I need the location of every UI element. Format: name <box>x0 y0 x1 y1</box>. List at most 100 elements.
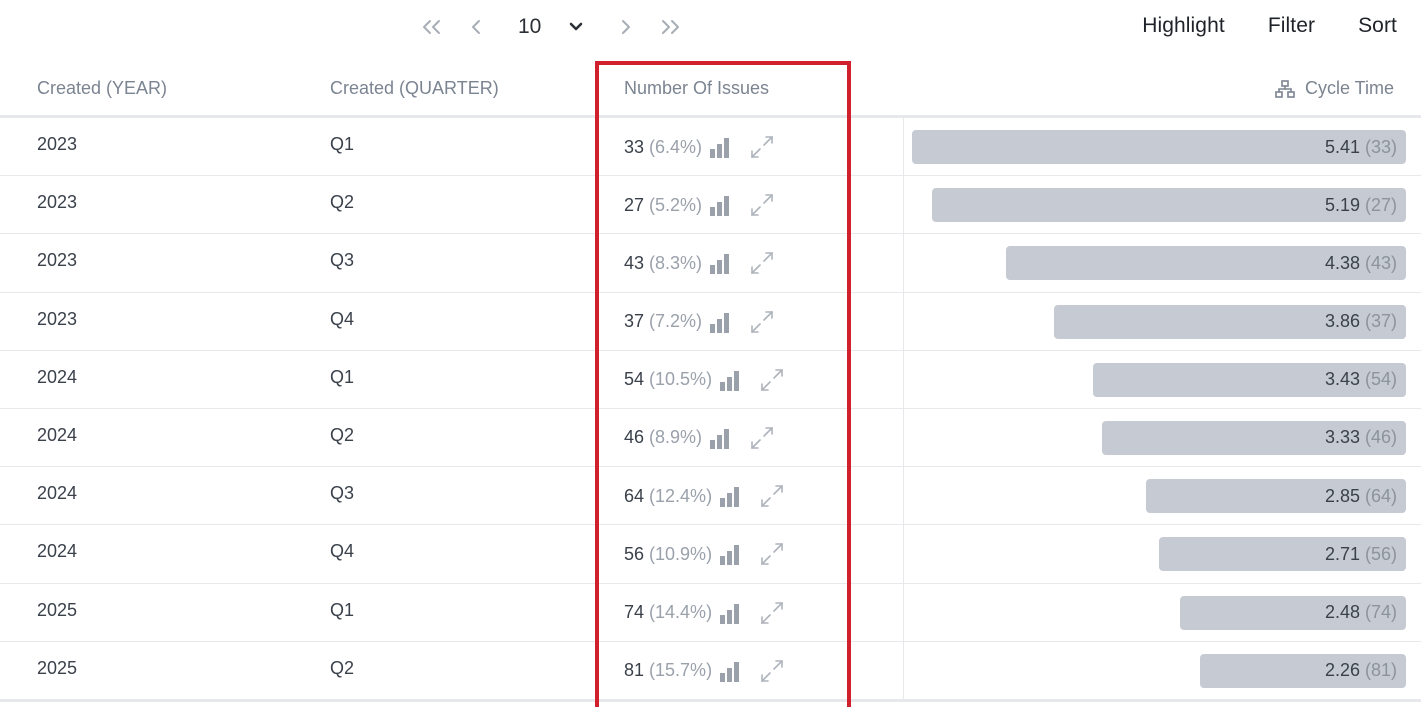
column-header-year[interactable]: Created (YEAR) <box>37 78 167 99</box>
previous-page-button[interactable] <box>454 9 498 45</box>
cycle-time-bar[interactable]: 3.43 (54) <box>1093 362 1406 397</box>
cell-issues: 81 (15.7%) <box>624 655 785 687</box>
bar-chart-icon[interactable] <box>720 660 740 682</box>
table-row[interactable]: 2025 Q2 81 (15.7%) 2.26 (81) <box>0 641 1421 700</box>
bar-chart-icon[interactable] <box>710 252 730 275</box>
issue-count: 27 <box>624 194 645 215</box>
issue-percent: (7.2%) <box>649 311 703 332</box>
bar-chart-icon[interactable] <box>710 427 730 449</box>
cell-year: 2024 <box>37 541 78 562</box>
first-page-button[interactable] <box>410 9 454 45</box>
expand-icon[interactable] <box>749 309 775 335</box>
column-header-issues[interactable]: Number Of Issues <box>624 78 769 99</box>
table-row[interactable]: 2023 Q2 27 (5.2%) 5.19 (27) <box>0 176 1421 235</box>
cell-year: 2025 <box>37 657 78 678</box>
cell-issues: 64 (12.4%) <box>624 480 785 512</box>
table-footer-divider <box>0 699 1421 702</box>
column-header-cycle-time[interactable]: Cycle Time <box>1275 78 1394 99</box>
cycle-time-bar[interactable]: 3.33 (46) <box>1102 420 1406 455</box>
cycle-time-bar[interactable]: 3.86 (37) <box>1054 304 1406 339</box>
expand-icon[interactable] <box>759 541 785 567</box>
table-row[interactable]: 2024 Q4 56 (10.9%) 2.71 (56) <box>0 525 1421 584</box>
expand-icon[interactable] <box>749 192 775 218</box>
expand-icon[interactable] <box>759 483 785 509</box>
table-row[interactable]: 2023 Q1 33 (6.4%) 5.41 (33) <box>0 118 1421 177</box>
cell-year: 2023 <box>37 134 78 154</box>
page-size-select[interactable]: 10 <box>514 15 584 39</box>
filter-button[interactable]: Filter <box>1268 14 1315 38</box>
table-view: 10 Highlight Filter Sort Created (YEAR) … <box>0 0 1421 707</box>
table-row[interactable]: 2025 Q1 74 (14.4%) 2.48 (74) <box>0 583 1421 642</box>
expand-icon[interactable] <box>759 658 785 684</box>
issue-count: 64 <box>624 485 645 506</box>
cell-issues: 74 (14.4%) <box>624 597 785 629</box>
issue-count: 43 <box>624 252 645 273</box>
table-row[interactable]: 2023 Q3 43 (8.3%) 4.38 (43) <box>0 234 1421 293</box>
table-row[interactable]: 2023 Q4 37 (7.2%) 3.86 (37) <box>0 292 1421 351</box>
expand-icon[interactable] <box>749 250 775 276</box>
bar-chart-icon[interactable] <box>720 602 740 624</box>
cycle-time-count: (81) <box>1364 660 1397 681</box>
double-chevron-left-icon <box>423 20 440 34</box>
cell-quarter: Q3 <box>330 250 355 271</box>
bar-chart-icon[interactable] <box>710 194 730 217</box>
hierarchy-icon <box>1275 79 1295 98</box>
issue-count: 56 <box>624 543 645 564</box>
table-body: 2023 Q1 33 (6.4%) 5.41 (33) 2023 Q2 27 (… <box>0 118 1421 700</box>
issue-percent: (8.9%) <box>649 427 703 448</box>
cell-cycle-time: 2.85 (64) <box>903 467 1421 525</box>
table-header: Created (YEAR) Created (QUARTER) Number … <box>0 62 1421 118</box>
cycle-time-count: (27) <box>1364 194 1397 215</box>
bar-chart-icon[interactable] <box>720 543 740 566</box>
bar-chart-icon[interactable] <box>710 311 730 333</box>
last-page-button[interactable] <box>648 9 692 45</box>
expand-icon[interactable] <box>759 600 785 626</box>
cycle-time-bar[interactable]: 4.38 (43) <box>1006 246 1406 281</box>
expand-icon[interactable] <box>749 425 775 451</box>
cycle-time-count: (33) <box>1364 136 1397 157</box>
bar-chart-icon[interactable] <box>720 369 740 391</box>
cell-year: 2023 <box>37 250 78 271</box>
cycle-time-count: (74) <box>1364 602 1397 622</box>
cycle-time-value: 3.33 <box>1324 427 1360 448</box>
column-header-quarter[interactable]: Created (QUARTER) <box>330 78 499 99</box>
cycle-time-count: (56) <box>1364 543 1397 564</box>
cell-year: 2023 <box>37 192 78 213</box>
page-size-value: 10 <box>518 15 542 38</box>
issue-count: 37 <box>624 311 645 332</box>
issue-percent: (8.3%) <box>649 252 703 273</box>
pagination: 10 <box>410 6 692 48</box>
expand-icon[interactable] <box>749 134 775 160</box>
table-row[interactable]: 2024 Q3 64 (12.4%) 2.85 (64) <box>0 467 1421 526</box>
cell-issues: 46 (8.9%) <box>624 422 775 454</box>
next-page-button[interactable] <box>604 9 648 45</box>
column-header-cycle-time-label: Cycle Time <box>1304 78 1394 98</box>
cycle-time-bar[interactable]: 5.41 (33) <box>912 130 1406 164</box>
bar-chart-icon[interactable] <box>710 136 730 158</box>
cycle-time-value: 2.48 <box>1324 602 1360 622</box>
issue-percent: (5.2%) <box>649 194 703 215</box>
table-row[interactable]: 2024 Q2 46 (8.9%) 3.33 (46) <box>0 408 1421 468</box>
cycle-time-bar[interactable]: 2.71 (56) <box>1159 537 1406 572</box>
cycle-time-value: 2.71 <box>1324 543 1360 564</box>
issue-count: 54 <box>624 369 645 390</box>
toolbar-actions: Highlight Filter Sort <box>1142 14 1397 38</box>
issue-percent: (10.5%) <box>649 369 713 390</box>
cycle-time-bar[interactable]: 5.19 (27) <box>932 188 1406 223</box>
cell-issues: 33 (6.4%) <box>624 131 775 163</box>
cell-cycle-time: 3.33 (46) <box>903 408 1421 467</box>
highlight-button[interactable]: Highlight <box>1142 14 1225 38</box>
table-row[interactable]: 2024 Q1 54 (10.5%) 3.43 (54) <box>0 350 1421 409</box>
cycle-time-bar[interactable]: 2.48 (74) <box>1180 595 1406 630</box>
sort-button[interactable]: Sort <box>1358 14 1397 38</box>
cycle-time-bar[interactable]: 2.26 (81) <box>1200 653 1406 688</box>
expand-icon[interactable] <box>759 367 785 393</box>
cycle-time-count: (37) <box>1364 311 1397 332</box>
chevron-right-icon <box>622 20 630 34</box>
cell-cycle-time: 5.19 (27) <box>903 176 1421 234</box>
cell-quarter: Q1 <box>330 599 355 620</box>
chevron-left-icon <box>472 20 480 34</box>
bar-chart-icon[interactable] <box>720 485 740 508</box>
cycle-time-bar[interactable]: 2.85 (64) <box>1146 479 1406 514</box>
cell-quarter: Q3 <box>330 483 355 504</box>
